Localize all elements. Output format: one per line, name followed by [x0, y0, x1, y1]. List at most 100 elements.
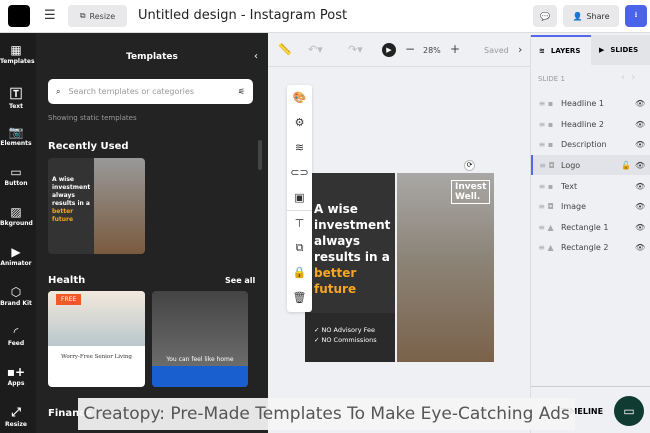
menu-icon[interactable]: ☰: [44, 8, 56, 23]
logo[interactable]: Invest Well.: [451, 180, 491, 204]
image[interactable]: Invest Well.: [397, 173, 494, 362]
rotate-handle-icon[interactable]: ⟳: [464, 160, 475, 171]
rectangle-1[interactable]: A wise investment always results in a be…: [305, 173, 395, 362]
expand-right-icon[interactable]: ›: [518, 43, 522, 56]
free-badge: FREE: [56, 294, 82, 305]
rail-brand-kit[interactable]: ⬡ Brand Kit: [0, 285, 32, 307]
background-icon: ▨: [10, 205, 22, 219]
lock-icon[interactable]: 🔒: [287, 260, 312, 285]
eye-icon[interactable]: 👁: [635, 99, 650, 108]
eye-icon[interactable]: 👁: [635, 182, 650, 191]
template-thumb-home[interactable]: You can feel like home: [152, 291, 248, 387]
button-icon: ▭: [10, 165, 22, 179]
ruler-icon[interactable]: 📏: [278, 43, 292, 56]
rail-text[interactable]: 🅃 Text: [0, 85, 32, 110]
palette-icon[interactable]: 🎨: [287, 85, 312, 110]
tab-label: LAYERS: [550, 47, 581, 55]
rail-feed[interactable]: ◜ Feed: [0, 325, 32, 347]
rail-background[interactable]: ▨ Bkground: [0, 205, 33, 227]
eye-icon[interactable]: 👁: [635, 223, 650, 232]
unlock-icon[interactable]: 🔓: [621, 161, 635, 170]
layer-row[interactable]: ≡ ▲ Rectangle 2 👁: [531, 237, 650, 257]
layer-row[interactable]: ≡ ▪ Headline 1 👁: [531, 93, 650, 113]
rail-label: Elements: [0, 140, 32, 147]
floating-toolbar: 🎨 ⚙ ≋ ⊂⊃ ▣ ⊤ ⧉ 🔒 🗑: [287, 85, 312, 312]
eye-icon[interactable]: 👁: [635, 120, 650, 129]
play-preview-icon[interactable]: ▶: [382, 43, 396, 57]
redo-icon[interactable]: ↷▾: [348, 43, 363, 56]
video-icon[interactable]: ▣: [287, 185, 312, 210]
layer-row[interactable]: ≡ ◘ Image 👁: [531, 196, 650, 216]
slide-nav-icons[interactable]: ‹ ›: [621, 72, 635, 83]
templates-icon: ▦: [10, 43, 22, 57]
eye-icon[interactable]: 👁: [635, 140, 650, 149]
layer-row[interactable]: ≡ ▪ Description 👁: [531, 134, 650, 154]
trash-icon[interactable]: 🗑: [287, 285, 312, 310]
see-all-link[interactable]: See all: [225, 276, 255, 285]
headline-1[interactable]: A wise: [314, 201, 395, 217]
comment-button[interactable]: 💬: [533, 5, 557, 27]
rail-apps[interactable]: ▪+ Apps: [0, 365, 32, 387]
undo-icon[interactable]: ↶▾: [308, 43, 323, 56]
paint-roller-icon[interactable]: ⊤: [287, 210, 312, 235]
app-logo[interactable]: [8, 5, 30, 27]
tab-label: SLIDES: [610, 46, 639, 54]
search-input[interactable]: Search templates or categories: [68, 87, 229, 96]
check-item: ✓ NO Commissions: [314, 336, 377, 344]
layers-icon[interactable]: ≋: [287, 135, 312, 160]
document-title[interactable]: Untitled design - Instagram Post: [138, 8, 347, 23]
layer-row[interactable]: ≡ ▲ Rectangle 1 👁: [531, 217, 650, 237]
rail-resize[interactable]: ⤢ Resize: [0, 405, 32, 428]
eye-icon[interactable]: 👁: [635, 243, 650, 252]
share-button[interactable]: 👤 Share: [563, 5, 619, 27]
slide-label: SLIDE 1: [538, 75, 565, 83]
rail-animator[interactable]: ▶ Animator: [0, 245, 32, 267]
user-add-icon: 👤: [572, 11, 583, 21]
layer-name: Logo: [561, 160, 581, 170]
template-thumb-recent[interactable]: A wise investment always results in a be…: [48, 158, 145, 254]
rail-label: Apps: [7, 380, 25, 387]
download-button[interactable]: ⭳: [625, 5, 647, 27]
headline-line: always: [314, 234, 360, 248]
headline-2[interactable]: better future: [314, 265, 395, 297]
rail-label: Button: [4, 180, 28, 187]
camera-icon: 📷: [8, 125, 24, 139]
rail-label: Brand Kit: [0, 300, 32, 307]
design-canvas[interactable]: A wise investment always results in a be…: [305, 173, 494, 362]
rail-elements[interactable]: 📷 Elements: [0, 125, 32, 147]
caption-overlay: Creatopy: Pre-Made Templates To Make Eye…: [78, 398, 575, 430]
filter-icon[interactable]: ⚟: [238, 87, 245, 96]
template-search[interactable]: ⌕ Search templates or categories ⚟: [48, 79, 253, 104]
zoom-out-icon[interactable]: −: [405, 42, 415, 56]
rail-button[interactable]: ▭ Button: [0, 165, 32, 187]
rail-label: Resize: [5, 421, 27, 428]
layer-row[interactable]: ≡ ▪ Text 👁: [531, 176, 650, 196]
rail-templates[interactable]: ▦ Templates: [0, 43, 35, 65]
link-icon[interactable]: ⊂⊃: [287, 160, 312, 185]
layer-name: Rectangle 1: [561, 222, 609, 232]
layers-panel: ≋ LAYERS ▶ SLIDES SLIDE 1 ‹ › ≡ ▪ Headline …: [530, 35, 650, 433]
tab-slides[interactable]: ▶ SLIDES: [591, 35, 650, 65]
layers-icon: ≋: [539, 47, 545, 55]
slides-icon: ▶: [599, 46, 605, 54]
zoom-in-icon[interactable]: +: [450, 42, 460, 56]
collapse-panel-icon[interactable]: ‹: [254, 51, 258, 62]
layer-name: Image: [561, 201, 587, 211]
gear-icon[interactable]: ⚙: [287, 110, 312, 135]
layer-row[interactable]: ≡ ▪ Headline 2 👁: [531, 114, 650, 134]
rail-label: Templates: [0, 58, 35, 65]
duplicate-icon[interactable]: ⧉: [287, 235, 312, 260]
play-icon: ▶: [11, 245, 21, 259]
canvas-toolbar: 📏 ↶▾ ↷▾ ▶ − 28% + Saved ›: [268, 33, 530, 67]
panel-scrollbar[interactable]: [258, 140, 262, 170]
eye-icon[interactable]: 👁: [635, 202, 650, 211]
resize-button[interactable]: ⧉ Resize: [68, 5, 127, 27]
tab-layers[interactable]: ≋ LAYERS: [531, 35, 591, 65]
chat-support-icon[interactable]: ▭: [614, 396, 644, 426]
template-thumb-senior[interactable]: FREE Worry-Free Senior Living: [48, 291, 145, 387]
eye-icon[interactable]: 👁: [635, 161, 650, 170]
description[interactable]: ✓ NO Advisory Fee ✓ NO Commissions: [305, 313, 395, 362]
rail-label: Bkground: [0, 220, 33, 227]
layer-row-selected[interactable]: ≡ ◘ Logo 🔓 👁: [531, 155, 650, 175]
sidebar-rail: ▦ Templates 🅃 Text 📷 Elements ▭ Button ▨ Bkgr…: [0, 33, 36, 433]
